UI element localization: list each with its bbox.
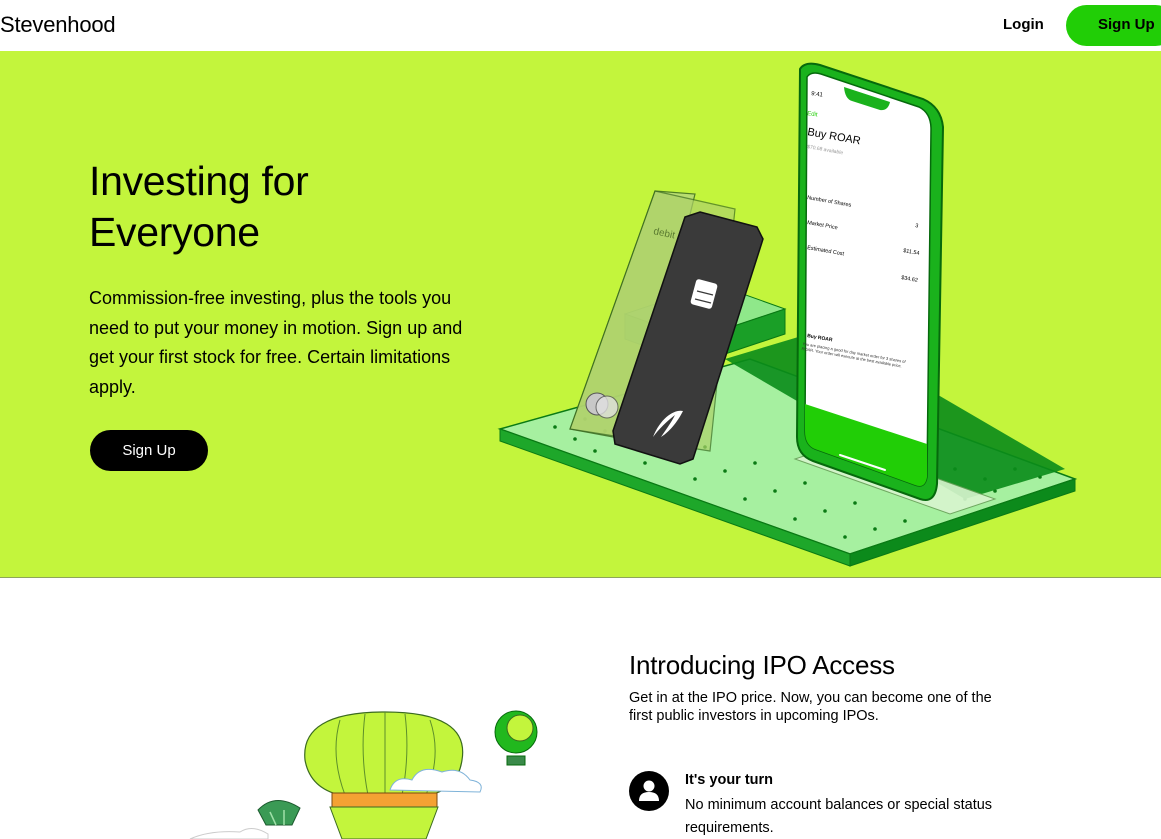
bottom-cloud	[189, 828, 269, 839]
ipo-description: Get in at the IPO price. Now, you can be…	[629, 690, 992, 724]
phone-mockup: 9:41 Edit Buy ROAR $70.68 available Numb…	[795, 62, 945, 501]
brand-logo[interactable]: Stevenhood	[0, 12, 116, 38]
person-icon	[629, 771, 669, 811]
hero-signup-button[interactable]: Sign Up	[90, 430, 208, 471]
feature-description: No minimum account balances or special s…	[685, 797, 993, 836]
balloons-illustration	[189, 710, 538, 839]
ipo-title: Introducing IPO Access	[629, 650, 895, 680]
hero-title: Investing for Everyone	[89, 156, 489, 258]
tiny-balloon	[257, 800, 301, 826]
hero-subtitle: Commission-free investing, plus the tool…	[89, 288, 463, 397]
small-balloon	[494, 710, 538, 766]
site-header: Stevenhood Login Sign Up	[0, 0, 1161, 51]
hero-section: Investing for Everyone Commission-free i…	[0, 51, 1161, 578]
hero-title-line1: Investing for	[89, 158, 309, 204]
hero-title-line2: Everyone	[89, 209, 260, 255]
feature-title: It's your turn	[685, 772, 774, 788]
login-link[interactable]: Login	[1003, 16, 1044, 33]
header-signup-button[interactable]: Sign Up	[1066, 5, 1161, 46]
hero-illustration: debit 9:41 Edit Buy ROAR $70.68 availabl…	[497, 62, 1078, 567]
